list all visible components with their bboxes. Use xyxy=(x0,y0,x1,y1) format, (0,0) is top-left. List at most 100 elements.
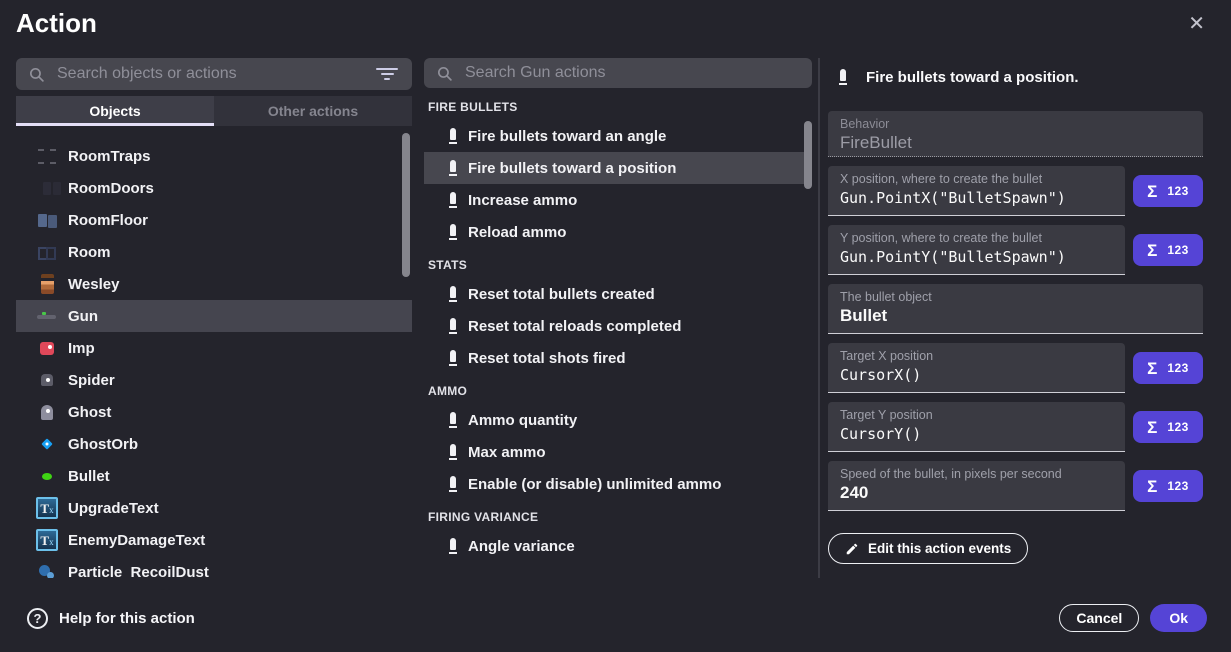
field-label: Behavior xyxy=(840,117,1191,131)
sigma-icon: Σ xyxy=(1147,360,1157,377)
object-item-enemydamagetext[interactable]: EnemyDamageText xyxy=(16,524,412,556)
spider-icon xyxy=(36,369,58,391)
field-value: Gun.PointY("BulletSpawn") xyxy=(840,248,1113,266)
object-label: RoomTraps xyxy=(68,148,151,165)
object-label: Particle_RecoilDust xyxy=(68,564,209,579)
action-item[interactable]: Reset total reloads completed xyxy=(424,310,812,342)
expression-editor-button[interactable]: Σ123 xyxy=(1133,411,1203,443)
action-item[interactable]: Fire bullets toward a position xyxy=(424,152,812,184)
action-item[interactable]: Increase ammo xyxy=(424,184,812,216)
action-description: Fire bullets toward a position. xyxy=(828,62,1203,92)
object-item-room[interactable]: Room xyxy=(16,236,412,268)
action-item[interactable]: Reload ammo xyxy=(424,216,812,248)
help-link[interactable]: ? Help for this action xyxy=(27,608,195,629)
parameter-field[interactable]: The bullet objectBullet xyxy=(828,284,1203,334)
bullet-dot-icon xyxy=(36,465,58,487)
action-item[interactable]: Angle variance xyxy=(424,530,812,562)
bullet-icon xyxy=(448,535,458,557)
expression-editor-button[interactable]: Σ 123 xyxy=(1133,234,1203,266)
action-item[interactable]: Max ammo xyxy=(424,436,812,468)
objects-search-input[interactable] xyxy=(57,65,362,83)
action-description-text: Fire bullets toward a position. xyxy=(866,69,1079,86)
edit-button-label: Edit this action events xyxy=(868,541,1011,556)
action-label: Reset total shots fired xyxy=(468,350,626,367)
field-value: Gun.PointX("BulletSpawn") xyxy=(840,189,1113,207)
action-group-header: AMMO xyxy=(424,374,812,404)
numeric-label: 123 xyxy=(1167,420,1189,434)
text-icon xyxy=(36,529,58,551)
close-icon[interactable]: ✕ xyxy=(1188,14,1205,34)
numeric-label: 123 xyxy=(1167,243,1189,257)
bullet-icon xyxy=(448,473,458,495)
sigma-icon: Σ xyxy=(1147,478,1157,495)
field-row: X position, where to create the bulletGu… xyxy=(828,166,1203,216)
filter-icon[interactable] xyxy=(374,64,400,84)
action-item[interactable]: Fire bullets toward an angle xyxy=(424,120,812,152)
object-label: Spider xyxy=(68,372,115,389)
objects-search xyxy=(16,58,412,90)
particle-icon xyxy=(36,561,58,578)
dialog-title: Action xyxy=(16,8,97,39)
field-value: 240 xyxy=(840,483,1113,503)
object-label: Ghost xyxy=(68,404,111,421)
pencil-icon xyxy=(845,542,859,556)
fields-container: X position, where to create the bulletGu… xyxy=(828,166,1203,511)
object-item-imp[interactable]: Imp xyxy=(16,332,412,364)
object-item-gun[interactable]: Gun xyxy=(16,300,412,332)
action-item[interactable]: Ammo quantity xyxy=(424,404,812,436)
tab-objects[interactable]: Objects xyxy=(16,96,214,126)
object-item-upgradetext[interactable]: UpgradeText xyxy=(16,492,412,524)
bullet-icon xyxy=(448,315,458,337)
object-item-spider[interactable]: Spider xyxy=(16,364,412,396)
object-item-wesley[interactable]: Wesley xyxy=(16,268,412,300)
object-item-ghost[interactable]: Ghost xyxy=(16,396,412,428)
action-item[interactable]: Reset total bullets created xyxy=(424,278,812,310)
room-floor-icon xyxy=(36,209,58,231)
imp-icon xyxy=(36,337,58,359)
object-item-roomfloor[interactable]: RoomFloor xyxy=(16,204,412,236)
actions-search-input[interactable] xyxy=(465,64,800,82)
bullet-icon xyxy=(448,157,458,179)
object-label: Bullet xyxy=(68,468,110,485)
field-row: Target X positionCursorX()Σ123 xyxy=(828,343,1203,393)
action-config-panel: Fire bullets toward a position. Behavior… xyxy=(828,62,1203,564)
numeric-label: 123 xyxy=(1167,184,1189,198)
expression-editor-button[interactable]: Σ123 xyxy=(1133,175,1203,207)
expression-editor-button[interactable]: Σ 123 xyxy=(1133,470,1203,502)
ghost-icon xyxy=(36,401,58,423)
action-item[interactable]: Enable (or disable) unlimited ammo xyxy=(424,468,812,500)
room-doors-icon xyxy=(36,177,58,199)
field-row: Speed of the bullet, in pixels per secon… xyxy=(828,461,1203,511)
tab-bar: Objects Other actions xyxy=(16,96,412,126)
action-label: Increase ammo xyxy=(468,192,577,209)
objects-scrollbar[interactable] xyxy=(402,133,410,277)
object-label: Gun xyxy=(68,308,98,325)
parameter-field[interactable]: Target X positionCursorX() xyxy=(828,343,1125,393)
expression-editor-button[interactable]: Σ123 xyxy=(1133,352,1203,384)
search-icon xyxy=(436,65,453,82)
ok-button[interactable]: Ok xyxy=(1150,604,1207,632)
parameter-field[interactable]: Speed of the bullet, in pixels per secon… xyxy=(828,461,1125,511)
bullet-icon xyxy=(448,409,458,431)
action-label: Max ammo xyxy=(468,444,546,461)
numeric-label: 123 xyxy=(1167,479,1189,493)
object-item-roomdoors[interactable]: RoomDoors xyxy=(16,172,412,204)
object-item-roomtraps[interactable]: RoomTraps xyxy=(16,140,412,172)
action-dialog: Action ✕ Objects Other actions RoomTraps… xyxy=(0,0,1231,652)
parameter-field[interactable]: X position, where to create the bulletGu… xyxy=(828,166,1125,216)
cancel-button[interactable]: Cancel xyxy=(1059,604,1139,632)
parameter-field[interactable]: Y position, where to create the bulletGu… xyxy=(828,225,1125,275)
action-item[interactable]: Reset total shots fired xyxy=(424,342,812,374)
parameter-field[interactable]: Target Y positionCursorY() xyxy=(828,402,1125,452)
actions-scrollbar[interactable] xyxy=(804,121,812,189)
object-item-particle_recoildust[interactable]: Particle_RecoilDust xyxy=(16,556,412,578)
field-value: CursorX() xyxy=(840,366,1113,384)
edit-action-events-button[interactable]: Edit this action events xyxy=(828,533,1028,564)
text-icon xyxy=(36,497,58,519)
field-row: Y position, where to create the bulletGu… xyxy=(828,225,1203,275)
action-group-header: FIRING VARIANCE xyxy=(424,500,812,530)
sigma-icon: Σ xyxy=(1147,242,1157,259)
tab-other-actions[interactable]: Other actions xyxy=(214,96,412,126)
object-item-bullet[interactable]: Bullet xyxy=(16,460,412,492)
object-item-ghostorb[interactable]: GhostOrb xyxy=(16,428,412,460)
